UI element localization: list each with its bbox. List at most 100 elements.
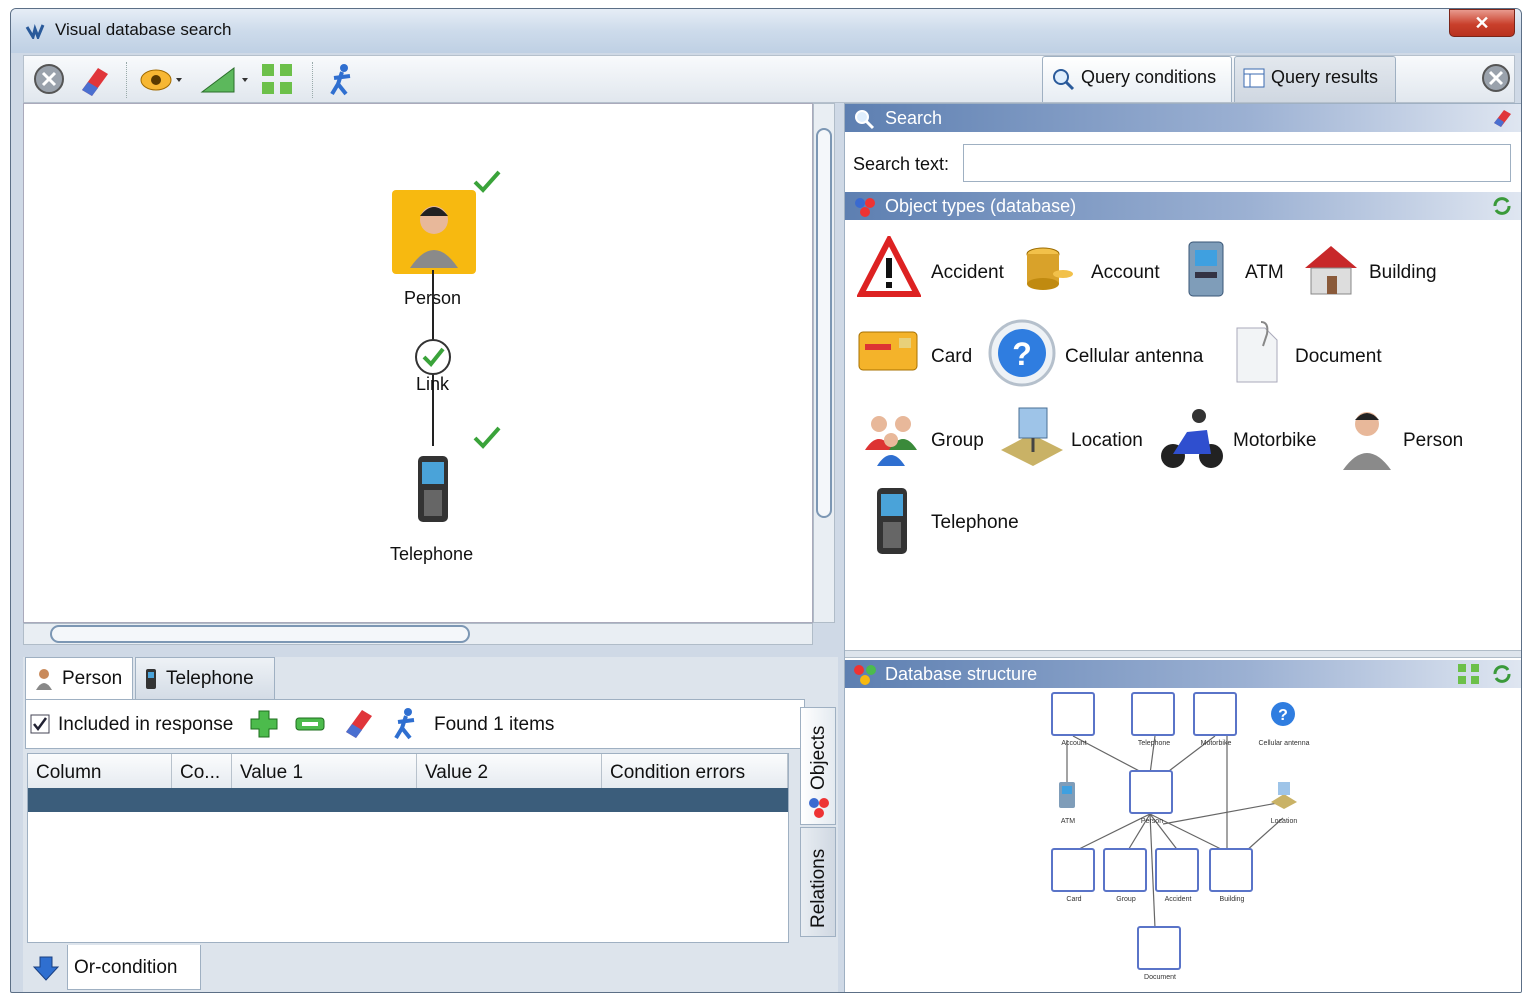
objects-icon	[809, 798, 829, 818]
telephone-node-label: Telephone	[390, 544, 474, 564]
person-run-icon[interactable]	[390, 706, 422, 742]
add-icon[interactable]	[248, 708, 280, 740]
card-icon[interactable]	[857, 326, 921, 376]
object-types-header: Object types (database)	[845, 192, 1521, 220]
condition-toolbar: Included in response Found 1 items	[25, 699, 805, 749]
object-type-building[interactable]: Building	[1369, 262, 1437, 284]
db-node-telephone-label: Telephone	[1137, 740, 1171, 747]
person-small-icon	[36, 669, 52, 690]
eraser-icon[interactable]	[342, 706, 376, 742]
object-type-motorbike[interactable]: Motorbike	[1233, 430, 1316, 452]
tab-relations-label: Relations	[808, 848, 829, 928]
eye-dropdown-icon[interactable]	[138, 62, 186, 98]
object-type-cellular-antenna[interactable]: Cellular antenna	[1065, 346, 1203, 368]
layout-arrange-icon[interactable]	[1457, 663, 1481, 685]
db-node-cellular-antenna[interactable]: ?	[1269, 700, 1297, 728]
person-icon[interactable]	[1339, 404, 1395, 470]
cancel-icon[interactable]	[32, 62, 66, 96]
db-node-account[interactable]	[1051, 692, 1095, 736]
eraser-icon[interactable]	[1491, 107, 1513, 129]
database-structure-diagram[interactable]: Account Telephone Motorbike ? Cellular a…	[845, 684, 1521, 992]
db-node-accident[interactable]	[1155, 848, 1199, 892]
location-icon[interactable]	[997, 404, 1067, 470]
db-node-telephone[interactable]	[1131, 692, 1175, 736]
included-checkbox[interactable]	[30, 714, 50, 734]
window-title: Visual database search	[55, 20, 232, 39]
db-node-card[interactable]	[1051, 848, 1095, 892]
or-condition-tab[interactable]: Or-condition	[67, 945, 201, 990]
column-header-condition[interactable]: Co...	[172, 754, 232, 788]
db-node-document[interactable]	[1137, 926, 1181, 970]
link-node-label: Link	[416, 374, 450, 394]
close-panel-icon[interactable]	[1480, 62, 1512, 94]
object-type-document[interactable]: Document	[1295, 346, 1382, 368]
tab-objects[interactable]: Objects	[800, 707, 836, 825]
db-node-building[interactable]	[1209, 848, 1253, 892]
table-row[interactable]	[28, 788, 788, 812]
panel-splitter[interactable]	[845, 650, 1521, 658]
arrow-down-icon[interactable]	[31, 953, 61, 983]
object-type-atm[interactable]: ATM	[1245, 262, 1284, 284]
telephone-icon[interactable]	[414, 454, 454, 526]
db-node-group[interactable]	[1103, 848, 1147, 892]
object-type-accident[interactable]: Accident	[931, 262, 1004, 284]
db-node-location-label: Location	[1270, 818, 1298, 825]
account-icon[interactable]	[1021, 240, 1077, 296]
eraser-icon[interactable]	[76, 62, 112, 98]
title-bar: Visual database search ✕	[11, 9, 1521, 53]
db-node-atm[interactable]	[1057, 780, 1077, 810]
atm-icon[interactable]	[1185, 238, 1231, 300]
object-types-title: Object types (database)	[885, 196, 1077, 216]
person-node[interactable]	[392, 190, 476, 274]
refresh-icon[interactable]	[1491, 195, 1513, 217]
column-header-column[interactable]: Column	[28, 754, 172, 788]
object-type-group[interactable]: Group	[931, 430, 984, 452]
person-run-icon[interactable]	[324, 62, 360, 98]
object-type-person[interactable]: Person	[1403, 430, 1463, 452]
cellular-antenna-icon[interactable]: ?	[987, 318, 1057, 388]
check-icon	[473, 426, 501, 449]
tab-query-conditions[interactable]: Query conditions	[1042, 56, 1232, 102]
db-node-motorbike[interactable]	[1193, 692, 1237, 736]
building-icon[interactable]	[1301, 240, 1361, 298]
tab-person-label: Person	[62, 668, 123, 689]
canvas-horizontal-scrollbar[interactable]	[23, 623, 813, 645]
svg-text:?: ?	[1012, 336, 1032, 372]
vscroll-thumb[interactable]	[816, 128, 832, 518]
db-node-person[interactable]	[1129, 770, 1173, 814]
hscroll-thumb[interactable]	[50, 625, 470, 643]
object-type-account[interactable]: Account	[1091, 262, 1160, 284]
document-icon[interactable]	[1233, 320, 1281, 386]
search-text-label: Search text:	[853, 154, 950, 174]
layout-arrange-icon[interactable]	[260, 62, 296, 98]
object-type-location[interactable]: Location	[1071, 430, 1143, 452]
tab-person[interactable]: Person	[25, 657, 133, 699]
tab-relations[interactable]: Relations	[800, 827, 836, 937]
database-structure-title: Database structure	[885, 664, 1038, 684]
canvas-vertical-scrollbar[interactable]	[813, 103, 835, 623]
structure-edges	[1066, 735, 1284, 929]
condition-table[interactable]: Column Co... Value 1 Value 2 Condition e…	[27, 753, 789, 943]
tab-telephone[interactable]: Telephone	[135, 657, 275, 699]
query-graph-canvas[interactable]: Person Link Telephone	[23, 103, 813, 623]
column-header-value1[interactable]: Value 1	[232, 754, 417, 788]
telephone-icon[interactable]	[873, 486, 913, 556]
group-icon[interactable]	[861, 410, 921, 466]
search-input[interactable]	[963, 144, 1511, 182]
magnifier-icon	[1053, 69, 1075, 91]
link-check-icon[interactable]	[414, 338, 452, 376]
object-type-telephone[interactable]: Telephone	[931, 512, 1019, 534]
refresh-icon[interactable]	[1491, 663, 1513, 685]
remove-icon[interactable]	[294, 712, 326, 736]
object-type-card[interactable]: Card	[931, 346, 972, 368]
window-close-button[interactable]: ✕	[1449, 9, 1515, 37]
accident-icon[interactable]	[857, 236, 921, 300]
zoom-dropdown-icon[interactable]	[200, 62, 252, 98]
column-header-value2[interactable]: Value 2	[417, 754, 602, 788]
table-icon	[1243, 68, 1265, 88]
structure-icon	[854, 665, 876, 685]
column-header-condition-errors[interactable]: Condition errors	[602, 754, 788, 788]
tab-query-results[interactable]: Query results	[1234, 56, 1396, 102]
db-node-location[interactable]	[1269, 780, 1299, 810]
motorbike-icon[interactable]	[1159, 404, 1225, 472]
